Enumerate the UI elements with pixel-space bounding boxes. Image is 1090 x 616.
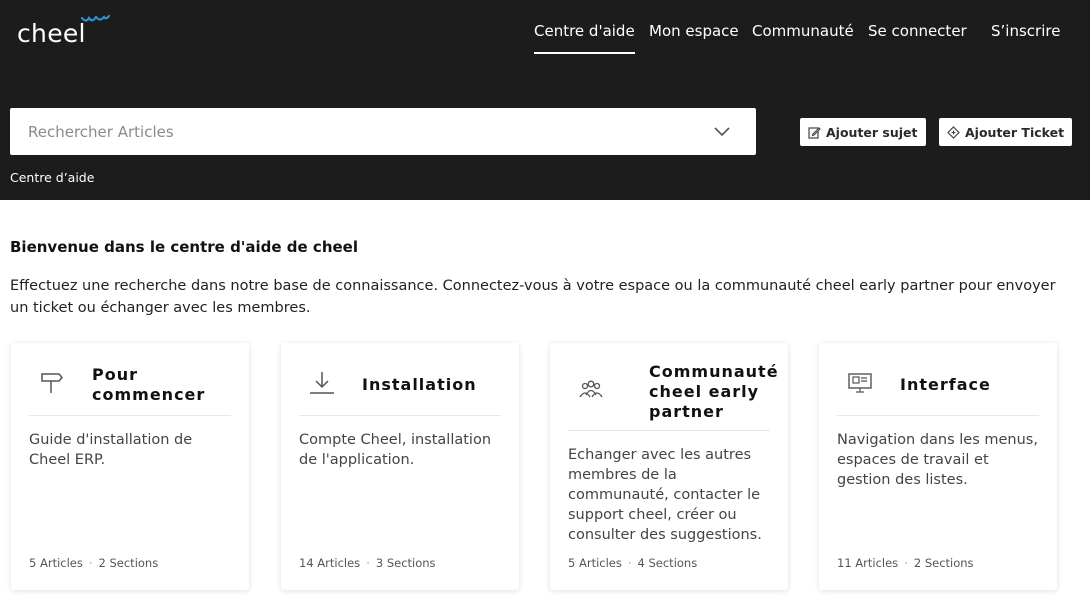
site-header: cheel Centre d'aide Mon espace Communaut… [0,0,1090,200]
cheel-logo[interactable]: cheel [17,19,86,48]
section-count: 3 Sections [375,556,436,570]
breadcrumb[interactable]: Centre d’aide [10,170,94,185]
add-ticket-button[interactable]: Ajouter Ticket [939,118,1073,146]
logo-birds-icon [80,14,110,22]
community-icon [579,380,603,398]
category-card-installation[interactable]: Installation Compte Cheel, installation … [281,343,519,590]
card-header: Communauté cheel early partner [568,343,778,431]
search-box [10,108,756,155]
card-header: Installation [299,343,501,416]
card-stats: 5 Articles · 2 Sections [29,556,159,570]
add-topic-button[interactable]: Ajouter sujet [800,118,926,146]
section-count: 2 Sections [913,556,974,570]
add-topic-label: Ajouter sujet [826,124,918,140]
download-icon [310,372,334,394]
signpost-icon [41,373,63,393]
category-card-communaute[interactable]: Communauté cheel early partner Echanger … [550,343,788,590]
category-card-interface[interactable]: Interface Navigation dans les menus, esp… [819,343,1057,590]
nav-mon-espace[interactable]: Mon espace [649,20,739,54]
card-stats: 5 Articles · 4 Sections [568,556,698,570]
card-title[interactable]: Communauté cheel early partner [649,362,789,422]
card-stats: 14 Articles · 3 Sections [299,556,436,570]
search-input[interactable] [10,108,710,155]
article-count: 5 Articles [568,556,622,570]
edit-icon [808,126,821,139]
article-count: 11 Articles [837,556,899,570]
article-count: 5 Articles [29,556,83,570]
monitor-icon [848,373,872,393]
card-description: Navigation dans les menus, espaces de tr… [837,432,1038,488]
card-description: Echanger avec les autres membres de la c… [568,447,762,543]
card-header: Interface [837,343,1039,416]
card-stats: 11 Articles · 2 Sections [837,556,974,570]
page-title: Bienvenue dans le centre d'aide de cheel [10,238,358,256]
nav-sinscrire[interactable]: S’inscrire [991,20,1060,54]
nav-centre-aide[interactable]: Centre d'aide [534,20,635,54]
category-card-pour-commencer[interactable]: Pour commencer Guide d'installation de C… [11,343,249,590]
card-title[interactable]: Pour commencer [92,365,231,405]
article-count: 14 Articles [299,556,361,570]
section-count: 4 Sections [637,556,698,570]
page-intro: Effectuez une recherche dans notre base … [10,278,1056,316]
nav-communaute[interactable]: Communauté [752,20,854,54]
card-description: Guide d'installation de Cheel ERP. [29,432,193,468]
ticket-icon [947,125,960,139]
card-header: Pour commencer [29,343,231,416]
section-count: 2 Sections [98,556,159,570]
chevron-down-icon[interactable] [714,124,730,138]
card-description: Compte Cheel, installation de l'applicat… [299,432,492,468]
card-title[interactable]: Interface [900,375,991,395]
nav-se-connecter[interactable]: Se connecter [868,20,967,54]
card-title[interactable]: Installation [362,375,477,395]
add-ticket-label: Ajouter Ticket [965,124,1065,140]
